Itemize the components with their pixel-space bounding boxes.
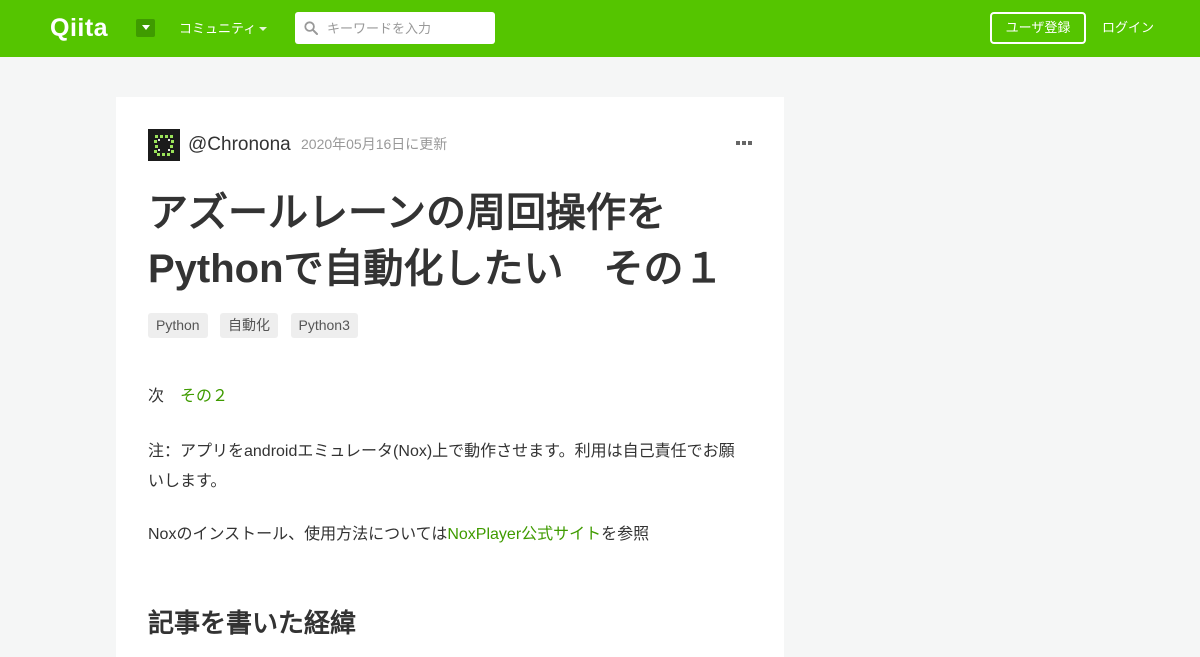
global-header: Qiita コミュニティ ユーザ登録 ログイン (0, 0, 1200, 57)
pixel-avatar-icon (148, 129, 180, 161)
caret-down-icon (259, 27, 267, 31)
login-link[interactable]: ログイン (1102, 20, 1154, 36)
title-line-1: アズールレーンの周回操作を (148, 191, 666, 235)
community-menu[interactable]: コミュニティ (179, 21, 256, 37)
nox-suffix: を参照 (601, 526, 650, 543)
search-box (295, 12, 495, 44)
tag-python3[interactable]: Python3 (290, 313, 358, 338)
search-icon (304, 21, 318, 35)
tag-python[interactable]: Python (148, 313, 208, 338)
section-heading: 記事を書いた経緯 (148, 608, 357, 638)
signup-button[interactable]: ユーザ登録 (990, 12, 1086, 44)
noxplayer-site-link[interactable]: NoxPlayer公式サイト (447, 526, 601, 543)
qiita-logo[interactable]: Qiita (50, 13, 108, 43)
search-input[interactable] (327, 12, 487, 44)
next-label: 次 (148, 388, 165, 405)
nox-paragraph: Noxのインストール、使用方法についてはNoxPlayer公式サイトを参照 (148, 523, 649, 547)
updated-date: 2020年05月16日に更新 (301, 136, 448, 152)
author-username[interactable]: @Chronona (188, 134, 291, 156)
more-horizontal-icon[interactable] (736, 141, 752, 145)
next-article-paragraph: 次その２ (148, 387, 228, 407)
logo-menu-button[interactable] (136, 19, 155, 37)
next-article-link[interactable]: その２ (180, 388, 228, 405)
nox-prefix: Noxのインストール、使用方法については (148, 526, 448, 543)
tag-automation[interactable]: 自動化 (220, 313, 279, 338)
article-card: @Chronona 2020年05月16日に更新 アズールレーンの周回操作を P… (116, 97, 784, 657)
tag-list: Python 自動化 Python3 (148, 313, 366, 338)
note-paragraph: 注：アプリをandroidエミュレータ(Nox)上で動作させます。利用は自己責任… (148, 443, 735, 490)
avatar[interactable] (148, 129, 180, 161)
article-title: アズールレーンの周回操作を Pythonで自動化したい その１ (148, 185, 768, 297)
caret-down-icon (141, 25, 150, 30)
title-line-2: Pythonで自動化したい その１ (148, 247, 724, 291)
